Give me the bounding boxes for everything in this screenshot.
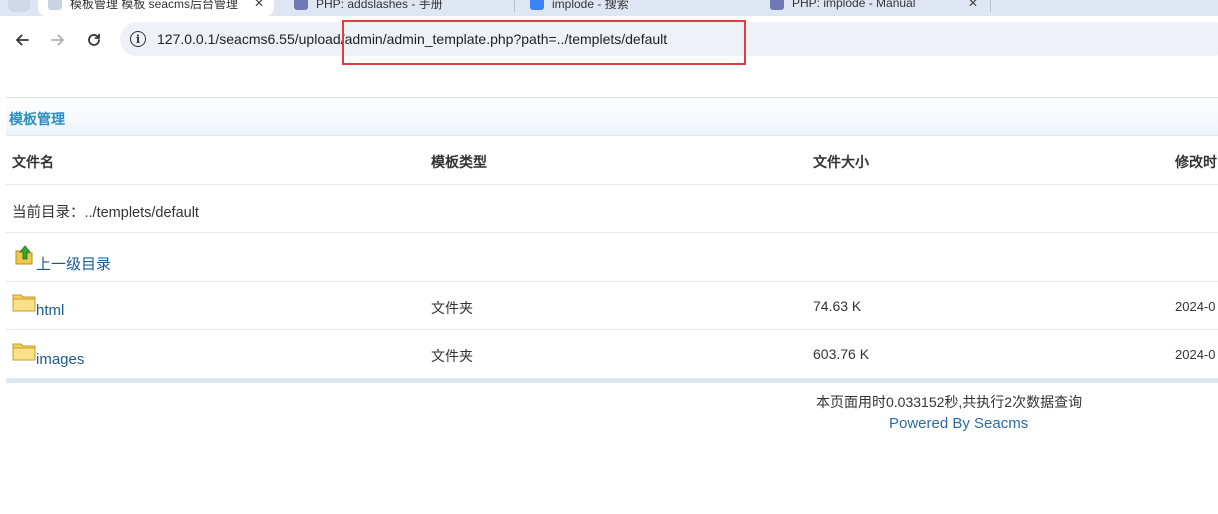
- php-favicon-icon: [770, 0, 784, 10]
- page-title: 模板管理: [9, 111, 65, 127]
- file-name-link[interactable]: images: [36, 351, 84, 368]
- url-highlight-box: [342, 20, 746, 65]
- tab-template-manager[interactable]: 模板管理 模板 seacms后台管理 ✕: [38, 0, 274, 16]
- back-button[interactable]: [10, 28, 34, 52]
- tab-title: PHP: addslashes - 手册: [316, 0, 443, 11]
- close-tab-icon[interactable]: ✕: [254, 0, 264, 10]
- tab-title: 模板管理 模板 seacms后台管理: [70, 0, 239, 11]
- page-favicon-icon: [48, 0, 62, 10]
- tab-search-button[interactable]: [8, 0, 30, 12]
- back-arrow-icon: [16, 34, 29, 46]
- folder-icon[interactable]: [12, 292, 36, 312]
- current-dir-row: 当前目录：../templets/default: [6, 185, 1218, 233]
- query-stats: 本页面用时0.033152秒,共执行2次数据查询: [816, 394, 1083, 410]
- panel-header: 模板管理: [6, 98, 1218, 136]
- folder-icon[interactable]: [12, 341, 36, 361]
- folder-up-icon[interactable]: [14, 244, 36, 266]
- table-footer-bar: [6, 378, 1218, 383]
- info-icon[interactable]: i: [130, 31, 146, 47]
- powered-by-link[interactable]: Powered By Seacms: [889, 415, 1028, 432]
- file-modified: 2024-0: [1175, 347, 1216, 362]
- tab-implode-search[interactable]: implode - 搜索: [520, 0, 750, 16]
- file-type: 文件夹: [431, 300, 473, 316]
- file-modified: 2024-0: [1175, 299, 1216, 314]
- file-type: 文件夹: [431, 348, 473, 364]
- parent-dir-row[interactable]: 上一级目录: [6, 233, 1218, 282]
- col-header-size: 文件大小: [813, 154, 869, 170]
- tab-title: PHP: implode - Manual: [792, 0, 916, 10]
- table-row: html 文件夹 74.63 K 2024-0: [6, 282, 1218, 330]
- col-header-type: 模板类型: [431, 154, 487, 170]
- close-tab-icon[interactable]: ✕: [968, 0, 978, 10]
- file-size: 74.63 K: [813, 298, 862, 314]
- current-dir-label: 当前目录：../templets/default: [12, 205, 199, 221]
- table-row: images 文件夹 603.76 K 2024-0: [6, 330, 1218, 378]
- tab-php-implode[interactable]: PHP: implode - Manual ✕: [760, 0, 988, 16]
- reload-button[interactable]: [82, 28, 106, 52]
- col-header-modified: 修改时: [1175, 154, 1217, 170]
- parent-dir-link[interactable]: 上一级目录: [36, 253, 111, 274]
- forward-arrow-icon: [51, 34, 64, 46]
- file-size: 603.76 K: [813, 346, 870, 362]
- search-favicon-icon: [530, 0, 544, 10]
- tab-php-addslashes[interactable]: PHP: addslashes - 手册: [284, 0, 494, 16]
- reload-icon: [88, 33, 100, 46]
- col-header-filename: 文件名: [12, 154, 54, 170]
- php-favicon-icon: [294, 0, 308, 10]
- file-name-link[interactable]: html: [36, 302, 64, 319]
- tab-title: implode - 搜索: [552, 0, 629, 11]
- forward-button[interactable]: [46, 28, 70, 52]
- tab-strip: 模板管理 模板 seacms后台管理 ✕ PHP: addslashes - 手…: [0, 0, 1218, 16]
- table-header-row: 文件名 模板类型 文件大小 修改时: [6, 136, 1218, 185]
